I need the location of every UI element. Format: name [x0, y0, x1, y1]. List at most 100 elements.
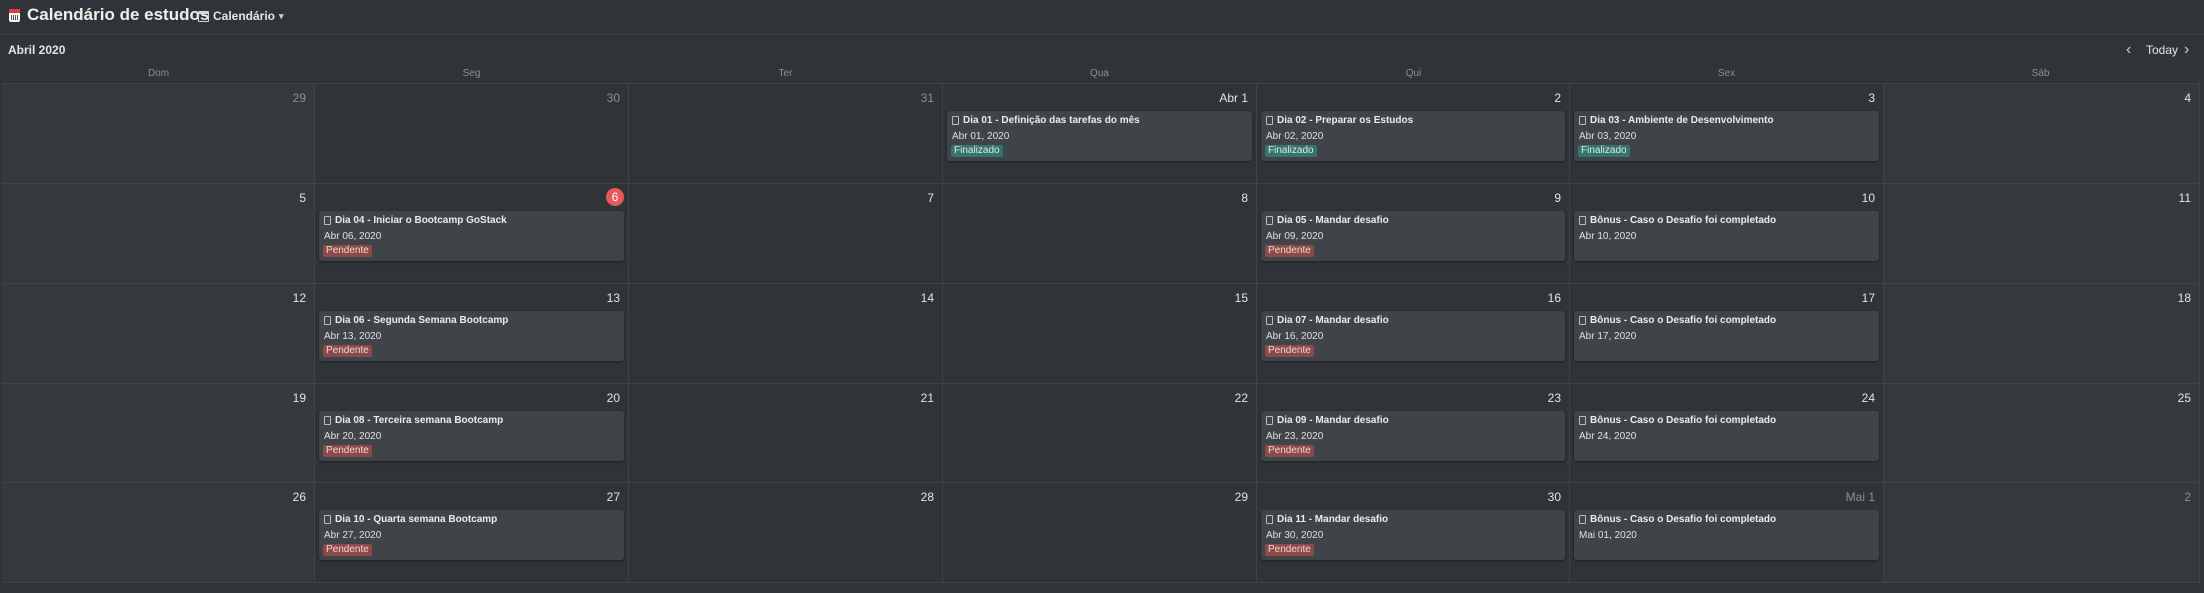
status-badge: Finalizado	[1578, 145, 1630, 157]
chevron-right-icon[interactable]: ›	[2184, 41, 2189, 59]
event-title: Bônus - Caso o Desafio foi completado	[1590, 415, 1777, 426]
event-date: Abr 01, 2020	[952, 131, 1010, 142]
event-card[interactable]: Dia 06 - Segunda Semana Bootcamp Abr 13, …	[319, 311, 624, 361]
event-title-row: Dia 11 - Mandar desafio	[1266, 514, 1561, 525]
document-icon	[1266, 216, 1273, 225]
day-cell[interactable]: 2 Dia 02 - Preparar os Estudos Abr 02, 202…	[1257, 84, 1570, 184]
event-date: Abr 24, 2020	[1579, 431, 1637, 442]
day-cell[interactable]: 7	[629, 184, 943, 284]
day-cell[interactable]: 14	[629, 284, 943, 384]
day-cell[interactable]: 24 Bônus - Caso o Desafio foi completado A…	[1570, 384, 1884, 483]
day-cell[interactable]: 18	[1884, 284, 2200, 384]
day-number: 12	[292, 291, 306, 305]
day-number: 7	[927, 191, 934, 205]
chevron-down-icon: ▾	[279, 10, 284, 21]
day-cell[interactable]: 5	[2, 184, 315, 284]
day-cell[interactable]: 31	[629, 84, 943, 184]
weekday-label: Sex	[1717, 68, 1736, 79]
day-number: 30	[1547, 490, 1561, 504]
day-cell[interactable]: 21	[629, 384, 943, 483]
day-cell[interactable]: 30	[315, 84, 629, 184]
day-cell[interactable]: 3 Dia 03 - Ambiente de Desenvolvimento Abr…	[1570, 84, 1884, 184]
event-card[interactable]: Dia 04 - Iniciar o Bootcamp GoStack Abr 0…	[319, 211, 624, 261]
event-card[interactable]: Bônus - Caso o Desafio foi completado Abr…	[1574, 411, 1879, 461]
day-cell[interactable]: 22	[943, 384, 1257, 483]
day-cell[interactable]: Mai 1 Bônus - Caso o Desafio foi completa…	[1570, 483, 1884, 583]
event-card[interactable]: Dia 05 - Mandar desafio Abr 09, 2020 Pende…	[1261, 211, 1565, 261]
day-cell[interactable]: 6 Dia 04 - Iniciar o Bootcamp GoStack Abr …	[315, 184, 629, 284]
today-button[interactable]: Today	[2146, 43, 2178, 57]
day-cell[interactable]: 26	[2, 483, 315, 583]
event-title-row: Bônus - Caso o Desafio foi completado	[1579, 514, 1875, 525]
status-badge: Pendente	[1265, 345, 1314, 357]
event-card[interactable]: Dia 11 - Mandar desafio Abr 30, 2020 Pende…	[1261, 510, 1565, 560]
day-number: 29	[1234, 490, 1248, 504]
day-cell[interactable]: 19	[2, 384, 315, 483]
today-day-number: 6	[606, 188, 624, 206]
day-cell[interactable]: 10 Bônus - Caso o Desafio foi completado A…	[1570, 184, 1884, 284]
event-date: Abr 10, 2020	[1579, 231, 1637, 242]
day-cell[interactable]: 8	[943, 184, 1257, 284]
event-title: Dia 01 - Definição das tarefas do mês	[963, 115, 1140, 126]
document-icon	[1266, 116, 1273, 125]
day-number: 31	[920, 91, 934, 105]
day-cell[interactable]: 13 Dia 06 - Segunda Semana Bootcamp Abr 13…	[315, 284, 629, 384]
document-icon	[324, 216, 331, 225]
status-badge: Pendente	[1265, 445, 1314, 457]
day-cell[interactable]: 12	[2, 284, 315, 384]
day-cell[interactable]: 16 Dia 07 - Mandar desafio Abr 16, 2020 Pen…	[1257, 284, 1570, 384]
event-title: Dia 08 - Terceira semana Bootcamp	[335, 415, 504, 426]
document-icon	[1579, 216, 1586, 225]
day-number: 21	[920, 391, 934, 405]
day-cell[interactable]: 29	[943, 483, 1257, 583]
event-date: Abr 17, 2020	[1579, 331, 1637, 342]
day-cell[interactable]: 25	[1884, 384, 2200, 483]
event-date: Abr 02, 2020	[1266, 131, 1324, 142]
event-card[interactable]: Dia 07 - Mandar desafio Abr 16, 2020 Pende…	[1261, 311, 1565, 361]
view-switcher[interactable]: Calendário ▾	[198, 6, 284, 26]
event-title-row: Bônus - Caso o Desafio foi completado	[1579, 215, 1875, 226]
event-card[interactable]: Dia 02 - Preparar os Estudos Abr 02, 2020…	[1261, 111, 1565, 161]
chevron-left-icon[interactable]: ‹	[2126, 41, 2131, 59]
event-title-row: Dia 10 - Quarta semana Bootcamp	[324, 514, 620, 525]
event-card[interactable]: Dia 08 - Terceira semana Bootcamp Abr 20,…	[319, 411, 624, 461]
weekday-label: Dom	[147, 68, 170, 79]
day-cell[interactable]: 28	[629, 483, 943, 583]
day-cell[interactable]: 23 Dia 09 - Mandar desafio Abr 23, 2020 Pen…	[1257, 384, 1570, 483]
day-number: 18	[2177, 291, 2191, 305]
day-cell[interactable]: 15	[943, 284, 1257, 384]
event-card[interactable]: Dia 10 - Quarta semana Bootcamp Abr 27, 2…	[319, 510, 624, 560]
page-header: Calendário de estudos Calendário ▾	[0, 0, 2204, 35]
event-title-row: Dia 05 - Mandar desafio	[1266, 215, 1561, 226]
day-cell[interactable]: 4	[1884, 84, 2200, 184]
event-card[interactable]: Bônus - Caso o Desafio foi completado Mai…	[1574, 510, 1879, 560]
event-date: Abr 13, 2020	[324, 331, 382, 342]
day-cell[interactable]: 20 Dia 08 - Terceira semana Bootcamp Abr 2…	[315, 384, 629, 483]
event-card[interactable]: Dia 09 - Mandar desafio Abr 23, 2020 Pende…	[1261, 411, 1565, 461]
event-title: Bônus - Caso o Desafio foi completado	[1590, 315, 1777, 326]
calendar-page-icon	[9, 9, 20, 22]
event-title-row: Bônus - Caso o Desafio foi completado	[1579, 315, 1875, 326]
day-number: 9	[1554, 191, 1561, 205]
day-cell[interactable]: 27 Dia 10 - Quarta semana Bootcamp Abr 27,…	[315, 483, 629, 583]
event-title: Dia 05 - Mandar desafio	[1277, 215, 1389, 226]
day-cell[interactable]: 9 Dia 05 - Mandar desafio Abr 09, 2020 Pend…	[1257, 184, 1570, 284]
day-cell[interactable]: 2	[1884, 483, 2200, 583]
day-number: 20	[606, 391, 620, 405]
status-badge: Pendente	[323, 544, 372, 556]
day-cell[interactable]: 11	[1884, 184, 2200, 284]
event-card[interactable]: Dia 01 - Definição das tarefas do mês Abr…	[947, 111, 1252, 161]
event-card[interactable]: Dia 03 - Ambiente de Desenvolvimento Abr …	[1574, 111, 1879, 161]
event-card[interactable]: Bônus - Caso o Desafio foi completado Abr…	[1574, 311, 1879, 361]
day-number: 27	[606, 490, 620, 504]
day-cell[interactable]: 30 Dia 11 - Mandar desafio Abr 30, 2020 Pen…	[1257, 483, 1570, 583]
day-cell[interactable]: 29	[2, 84, 315, 184]
document-icon	[324, 515, 331, 524]
event-card[interactable]: Bônus - Caso o Desafio foi completado Abr…	[1574, 211, 1879, 261]
day-cell[interactable]: 17 Bônus - Caso o Desafio foi completado A…	[1570, 284, 1884, 384]
event-title: Bônus - Caso o Desafio foi completado	[1590, 215, 1777, 226]
day-cell[interactable]: Abr 1 Dia 01 - Definição das tarefas do m…	[943, 84, 1257, 184]
day-number: Mai 1	[1845, 490, 1875, 504]
status-badge: Finalizado	[1265, 145, 1317, 157]
day-number: 5	[299, 191, 306, 205]
